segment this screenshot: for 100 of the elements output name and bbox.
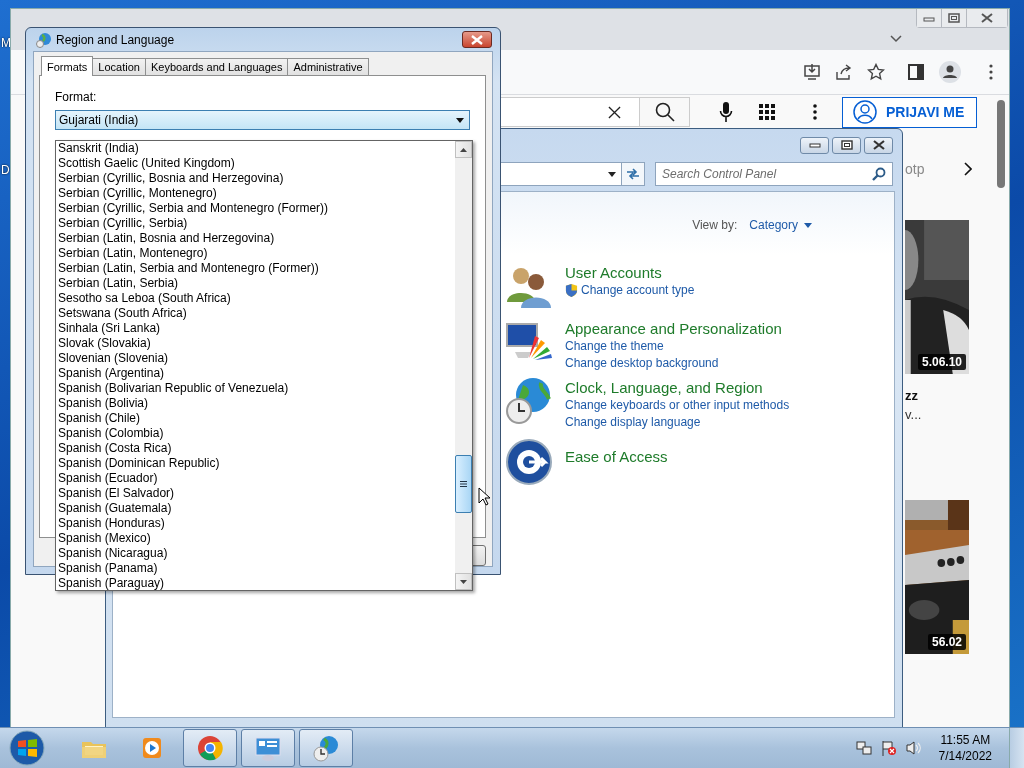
maximize-button[interactable] [942,9,967,27]
format-label: Format: [55,90,98,104]
microphone-icon[interactable] [719,102,733,122]
list-option[interactable]: Serbian (Cyrillic, Bosnia and Herzegovina) [58,171,455,186]
flag-icon[interactable] [880,740,897,756]
list-option[interactable]: Slovak (Slovakia) [58,336,455,351]
globe-clock-icon[interactable] [299,729,353,767]
close-icon [872,140,885,150]
view-by-dropdown[interactable]: Category [749,218,812,232]
list-option[interactable]: Serbian (Latin, Montenegro) [58,246,455,261]
tab[interactable]: Administrative [287,58,369,75]
list-option[interactable]: Serbian (Cyrillic, Serbia) [58,216,455,231]
list-option[interactable]: Spanish (Panama) [58,561,455,576]
minimize-icon [923,14,935,22]
tab[interactable]: Keyboards and Languages [144,58,289,75]
close-icon [471,34,483,45]
close-button[interactable] [967,9,1007,27]
scroll-down-button[interactable] [455,573,472,590]
profile-icon[interactable] [939,61,961,83]
list-option[interactable]: Spanish (Ecuador) [58,471,455,486]
globe-icon [36,31,52,48]
list-option[interactable]: Serbian (Cyrillic, Serbia and Montenegro (Former)) [58,201,455,216]
list-option[interactable]: Serbian (Latin, Bosnia and Herzegovina) [58,231,455,246]
task-link[interactable]: Change keyboards or other input methods [565,397,790,414]
list-option[interactable]: Spanish (Guatemala) [58,501,455,516]
category-link[interactable]: Appearance and Personalization [565,318,782,338]
more-options-icon[interactable] [813,104,817,120]
category-link[interactable]: Ease of Access [565,438,668,466]
format-dropdown[interactable]: Gujarati (India) [55,110,470,130]
minimize-icon [808,142,821,148]
close-icon [981,13,993,23]
tab[interactable]: Formats [41,56,94,76]
task-link[interactable]: Change the theme [565,338,664,355]
scroll-up-button[interactable] [455,141,472,158]
chevron-right-icon[interactable] [964,162,972,176]
clock-date[interactable]: 7/14/2022 [938,748,992,764]
task-link[interactable]: Change display language [565,414,701,431]
install-icon[interactable] [803,63,821,81]
list-option[interactable]: Slovenian (Slovenia) [58,351,455,366]
task-link[interactable]: Change desktop background [565,355,719,372]
list-option[interactable]: Spanish (Chile) [58,411,455,426]
accessibility-icon[interactable] [505,438,553,486]
scrollbar-thumb[interactable] [997,100,1005,188]
list-option[interactable]: Spanish (Colombia) [58,426,455,441]
window-title: Region and Language [56,32,176,47]
caret-icon [804,222,812,228]
search-icon[interactable] [872,167,886,181]
search-field[interactable]: Search Control Panel [655,162,893,186]
sign-in-button[interactable]: PRIJAVI ME [842,96,977,128]
network-icon[interactable] [855,740,872,756]
browser-icon[interactable] [183,729,237,767]
clear-icon[interactable] [608,105,621,119]
share-icon[interactable] [835,63,853,81]
globe-clock-icon[interactable] [505,377,553,425]
dropdown-arrow-icon[interactable] [608,171,616,177]
clock-time[interactable]: 11:55 AM [940,732,991,748]
list-option[interactable]: Spanish (El Salvador) [58,486,455,501]
list-option[interactable]: Spanish (Dominican Republic) [58,456,455,471]
refresh-arrows-icon [625,167,641,181]
speaker-icon[interactable] [905,740,922,756]
list-option[interactable]: Spanish (Bolivia) [58,396,455,411]
side-panel-icon[interactable] [907,63,925,81]
duration-badge: 5.06.10 [917,354,966,370]
list-option[interactable]: Spanish (Nicaragua) [58,546,455,561]
search-button[interactable] [640,97,690,127]
maximize-button[interactable] [832,136,861,154]
list-option[interactable]: Sinhala (Sri Lanka) [58,321,455,336]
list-option[interactable]: Spanish (Costa Rica) [58,441,455,456]
list-option[interactable]: Serbian (Cyrillic, Montenegro) [58,186,455,201]
desktop-icon-label[interactable]: D [1,163,11,177]
video-title[interactable]: zz [905,388,969,403]
control-panel-icon[interactable] [241,729,295,767]
close-button[interactable] [864,136,893,154]
user-icon [853,100,877,124]
up-arrow-icon [460,147,467,152]
list-option[interactable]: Spanish (Argentina) [58,366,455,381]
close-button[interactable] [462,31,492,48]
apps-grid-icon[interactable] [759,104,775,120]
category-link[interactable]: User Accounts [565,262,695,282]
more-options-icon[interactable] [989,64,993,80]
list-option[interactable]: Serbian (Latin, Serbia) [58,276,455,291]
tab[interactable]: Location [92,58,146,75]
list-option[interactable]: Sanskrit (India) [58,141,455,156]
channel-name[interactable]: v... [905,407,969,422]
desktop-icon-label[interactable]: M [1,36,11,50]
list-option[interactable]: Setswana (South Africa) [58,306,455,321]
refresh-button[interactable] [622,162,645,186]
list-option[interactable]: Spanish (Bolivarian Republic of Venezuela) [58,381,455,396]
category-link[interactable]: Clock, Language, and Region [565,377,790,397]
chevron-down-icon[interactable] [890,35,902,43]
list-option[interactable]: Spanish (Honduras) [58,516,455,531]
list-option[interactable]: Serbian (Latin, Serbia and Montenegro (Former)) [58,261,455,276]
scrollbar-thumb[interactable] [455,455,472,513]
list-option[interactable]: Spanish (Mexico) [58,531,455,546]
star-icon[interactable] [867,63,885,81]
start-button[interactable] [9,730,45,766]
list-option[interactable]: Spanish (Paraguay) [58,576,455,591]
list-option[interactable]: Sesotho sa Leboa (South Africa) [58,291,455,306]
task-link[interactable]: Change account type [581,282,695,299]
list-option[interactable]: Scottish Gaelic (United Kingdom) [58,156,455,171]
